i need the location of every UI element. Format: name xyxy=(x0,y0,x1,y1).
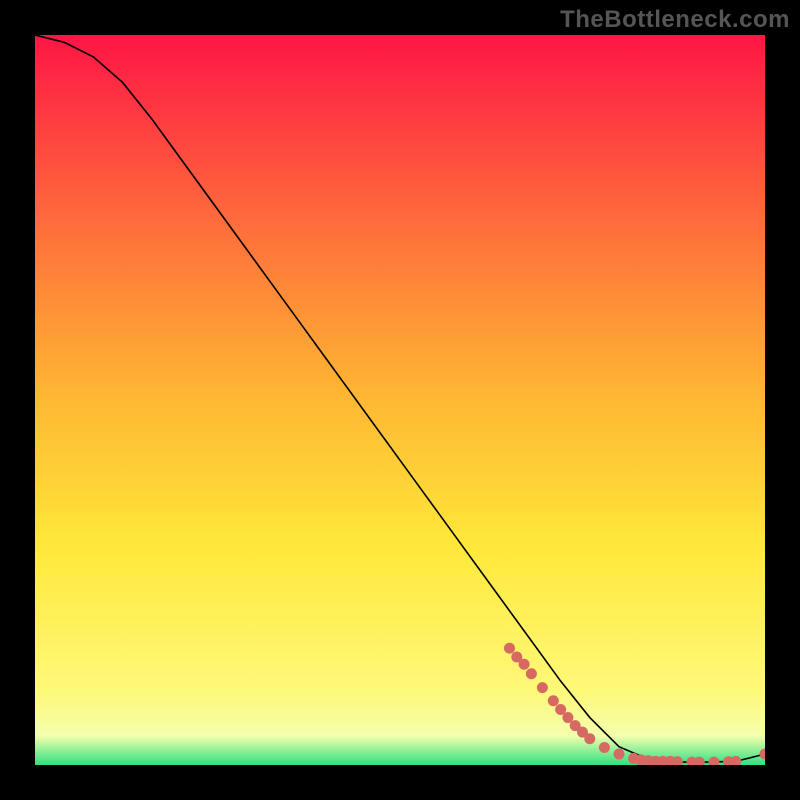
highlight-point xyxy=(614,749,625,760)
watermark-text: TheBottleneck.com xyxy=(560,6,790,34)
highlight-point xyxy=(526,668,537,679)
highlight-point xyxy=(504,643,515,654)
highlight-point xyxy=(760,749,766,760)
highlight-point xyxy=(537,682,548,693)
highlight-point xyxy=(548,695,559,706)
highlight-point xyxy=(519,659,530,670)
chart-stage: TheBottleneck.com xyxy=(0,0,800,800)
main-curve xyxy=(35,35,765,762)
curve-layer xyxy=(35,35,765,765)
highlight-point xyxy=(708,757,719,765)
highlight-point xyxy=(584,733,595,744)
highlight-points xyxy=(504,643,765,765)
highlight-point xyxy=(599,742,610,753)
plot-area xyxy=(35,35,765,765)
highlight-point xyxy=(730,756,741,765)
